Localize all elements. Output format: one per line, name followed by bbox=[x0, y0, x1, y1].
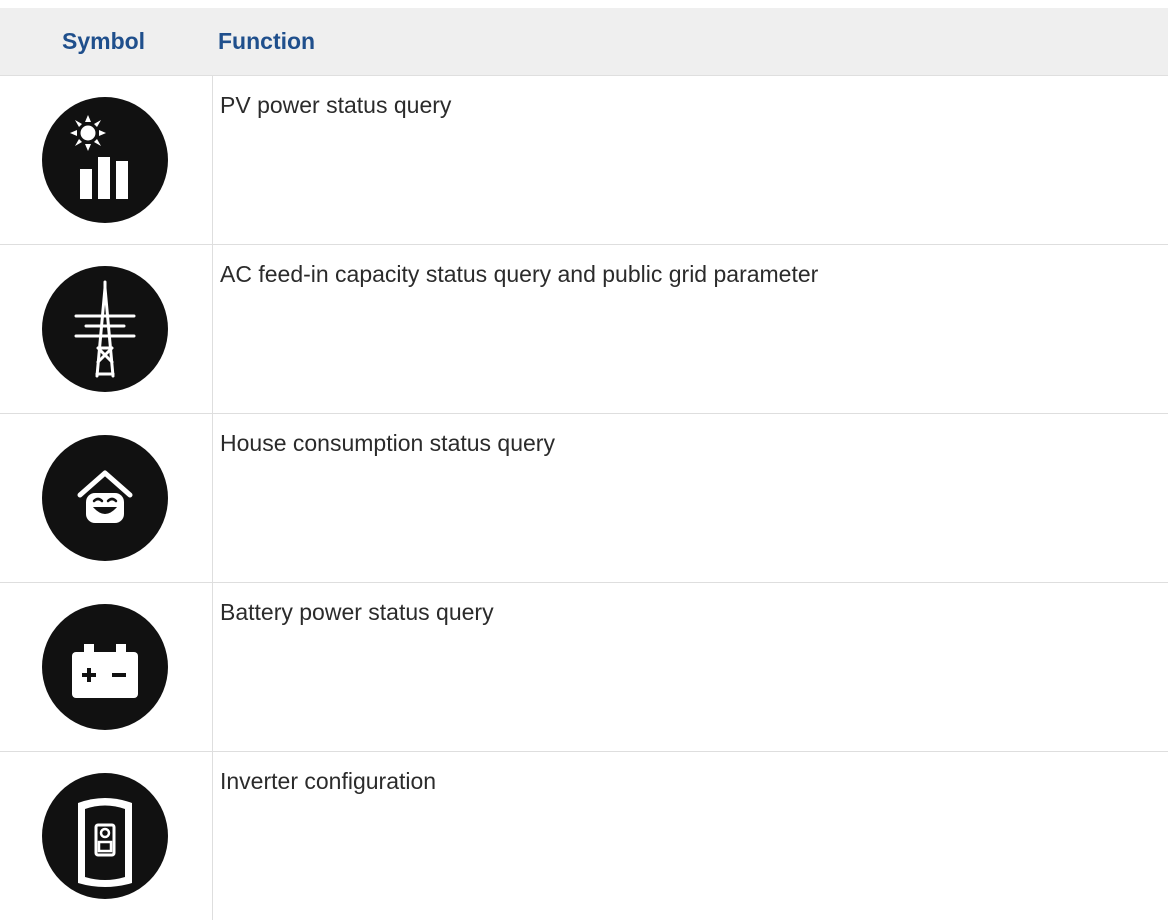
table-header: Symbol Function bbox=[0, 8, 1168, 76]
column-divider bbox=[212, 414, 213, 582]
inverter-icon bbox=[42, 773, 168, 899]
battery-icon bbox=[42, 604, 168, 730]
table-row: Battery power status query bbox=[0, 583, 1168, 752]
symbol-function-table: Symbol Function PV power status query AC… bbox=[0, 8, 1168, 920]
column-divider bbox=[212, 76, 213, 244]
table-row: AC feed-in capacity status query and pub… bbox=[0, 245, 1168, 414]
symbol-column-header: Symbol bbox=[62, 28, 146, 54]
function-description: Battery power status query bbox=[220, 599, 494, 625]
function-description: PV power status query bbox=[220, 92, 452, 118]
pv-power-icon bbox=[42, 97, 168, 223]
function-description: Inverter configuration bbox=[220, 768, 437, 794]
table-row: Inverter configuration bbox=[0, 752, 1168, 920]
column-divider bbox=[212, 752, 213, 920]
table-row: PV power status query bbox=[0, 76, 1168, 245]
column-divider bbox=[212, 245, 213, 413]
table-row: House consumption status query bbox=[0, 414, 1168, 583]
column-divider bbox=[212, 583, 213, 751]
function-description: House consumption status query bbox=[220, 430, 555, 456]
grid-pylon-icon bbox=[42, 266, 168, 392]
function-column-header: Function bbox=[218, 28, 316, 54]
function-description: AC feed-in capacity status query and pub… bbox=[220, 261, 819, 287]
house-consumption-icon bbox=[42, 435, 168, 561]
